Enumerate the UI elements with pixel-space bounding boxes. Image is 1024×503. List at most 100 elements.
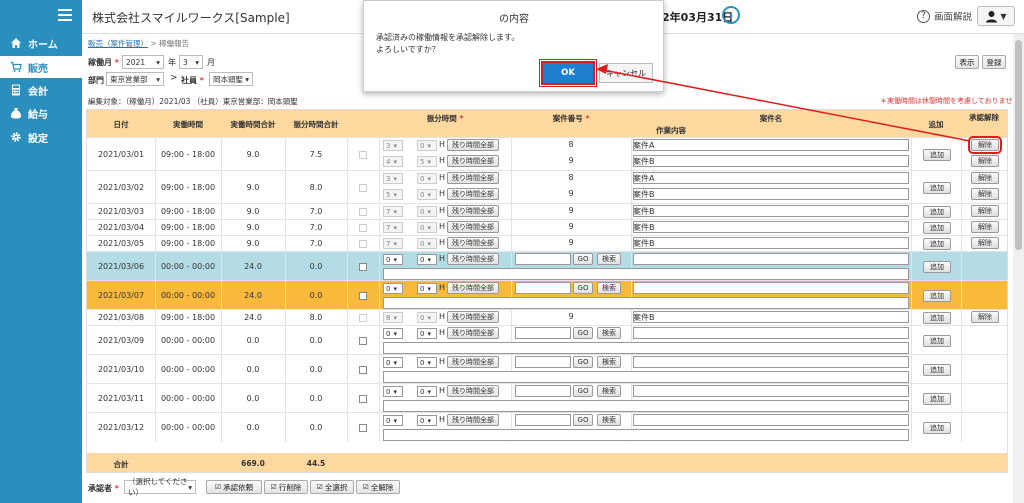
remaining-time-button[interactable]: 残り時間全部	[447, 237, 499, 249]
sidebar-item-accounting[interactable]: 会計	[0, 79, 82, 101]
case-number-input[interactable]	[515, 253, 571, 265]
display-button[interactable]: 表示	[955, 55, 979, 69]
remaining-time-button[interactable]: 残り時間全部	[447, 139, 499, 151]
search-button[interactable]: 検索	[597, 385, 621, 397]
hours-select[interactable]: 0 ▾	[383, 357, 403, 368]
minutes-select[interactable]: 0 ▾	[417, 386, 437, 397]
work-content-input[interactable]	[383, 268, 909, 280]
ok-button[interactable]: OK	[539, 59, 597, 87]
register-button[interactable]: 登録	[982, 55, 1006, 69]
row-checkbox[interactable]	[359, 366, 367, 374]
add-row-button[interactable]: 追加	[923, 238, 951, 250]
hours-select[interactable]: 0 ▾	[383, 328, 403, 339]
case-name-input[interactable]	[633, 253, 909, 265]
case-number-input[interactable]	[515, 282, 571, 294]
release-approval-button[interactable]: 解除	[971, 205, 999, 217]
case-number-input[interactable]	[515, 356, 571, 368]
add-row-button[interactable]: 追加	[923, 222, 951, 234]
case-name-input[interactable]	[633, 385, 909, 397]
work-content-input[interactable]	[383, 429, 909, 441]
hours-select[interactable]: 0 ▾	[383, 254, 403, 265]
go-button[interactable]: GO	[573, 253, 593, 265]
approval-request-button[interactable]: ☑ 承認依頼	[206, 480, 262, 494]
case-name-input[interactable]	[633, 282, 909, 294]
release-approval-button[interactable]: 解除	[968, 136, 1002, 154]
work-content-input[interactable]	[383, 371, 909, 383]
search-button[interactable]: 検索	[597, 253, 621, 265]
dept-select[interactable]: 東京営業部 ▾	[106, 72, 164, 86]
work-content-input[interactable]	[383, 400, 909, 412]
breadcrumb-link-sales[interactable]: 販売（案件管理）	[88, 39, 148, 48]
deselect-all-button[interactable]: ☑ 全解除	[356, 480, 400, 494]
go-button[interactable]: GO	[573, 327, 593, 339]
search-button[interactable]: 検索	[597, 282, 621, 294]
release-approval-button[interactable]: 解除	[971, 188, 999, 200]
add-row-button[interactable]: 追加	[923, 261, 951, 273]
remaining-time-button[interactable]: 残り時間全部	[447, 356, 499, 368]
release-approval-button[interactable]: 解除	[971, 155, 999, 167]
remaining-time-button[interactable]: 残り時間全部	[447, 221, 499, 233]
hours-select[interactable]: 0 ▾	[383, 415, 403, 426]
remaining-time-button[interactable]: 残り時間全部	[447, 282, 499, 294]
minutes-select[interactable]: 0 ▾	[417, 283, 437, 294]
release-approval-button[interactable]: 解除	[971, 237, 999, 249]
work-content-input[interactable]	[383, 342, 909, 354]
add-row-button[interactable]: 追加	[923, 290, 951, 302]
go-button[interactable]: GO	[573, 356, 593, 368]
sidebar-item-payroll[interactable]: 給与	[0, 102, 82, 124]
add-row-button[interactable]: 追加	[923, 206, 951, 218]
minutes-select[interactable]: 0 ▾	[417, 254, 437, 265]
employee-select[interactable]: 岡本頭聖 ▾	[209, 72, 253, 86]
release-approval-button[interactable]: 解除	[971, 172, 999, 184]
add-row-button[interactable]: 追加	[923, 422, 951, 434]
user-menu-button[interactable]: ▼	[977, 6, 1015, 26]
remaining-time-button[interactable]: 残り時間全部	[447, 327, 499, 339]
year-select[interactable]: 2021 ▾	[122, 55, 164, 69]
remaining-time-button[interactable]: 残り時間全部	[447, 311, 499, 323]
release-approval-button[interactable]: 解除	[971, 311, 999, 323]
remaining-time-button[interactable]: 残り時間全部	[447, 253, 499, 265]
sidebar-item-home[interactable]: ホーム	[0, 32, 82, 54]
next-date-icon[interactable]: ›	[722, 6, 740, 24]
add-row-button[interactable]: 追加	[923, 312, 951, 324]
add-row-button[interactable]: 追加	[923, 335, 951, 347]
case-name-input[interactable]	[633, 414, 909, 426]
case-name-input[interactable]	[633, 356, 909, 368]
delete-row-button[interactable]: ☑ 行削除	[264, 480, 308, 494]
scrollbar-thumb[interactable]	[1015, 40, 1022, 250]
select-all-button[interactable]: ☑ 全選択	[310, 480, 354, 494]
minutes-select[interactable]: 0 ▾	[417, 415, 437, 426]
minutes-select[interactable]: 0 ▾	[417, 328, 437, 339]
remaining-time-button[interactable]: 残り時間全部	[447, 205, 499, 217]
case-number-input[interactable]	[515, 414, 571, 426]
sidebar-item-settings[interactable]: 設定	[0, 126, 82, 148]
hours-select[interactable]: 0 ▾	[383, 283, 403, 294]
case-number-input[interactable]	[515, 385, 571, 397]
remaining-time-button[interactable]: 残り時間全部	[447, 414, 499, 426]
approver-select[interactable]: （選択してください） ▾	[124, 477, 196, 497]
add-row-button[interactable]: 追加	[923, 364, 951, 376]
work-content-input[interactable]	[383, 297, 909, 309]
go-button[interactable]: GO	[573, 414, 593, 426]
page-scrollbar[interactable]	[1013, 34, 1024, 503]
hamburger-menu-icon[interactable]	[58, 9, 72, 21]
case-number-input[interactable]	[515, 327, 571, 339]
sidebar-item-sales[interactable]: 販売	[0, 56, 82, 78]
row-checkbox[interactable]	[359, 263, 367, 271]
go-button[interactable]: GO	[573, 282, 593, 294]
remaining-time-button[interactable]: 残り時間全部	[447, 172, 499, 184]
go-button[interactable]: GO	[573, 385, 593, 397]
add-row-button[interactable]: 追加	[923, 149, 951, 161]
row-checkbox[interactable]	[359, 395, 367, 403]
help-button[interactable]: ? 画面解説	[917, 9, 972, 23]
minutes-select[interactable]: 0 ▾	[417, 357, 437, 368]
add-row-button[interactable]: 追加	[923, 393, 951, 405]
remaining-time-button[interactable]: 残り時間全部	[447, 188, 499, 200]
hours-select[interactable]: 0 ▾	[383, 386, 403, 397]
row-checkbox[interactable]	[359, 337, 367, 345]
search-button[interactable]: 検索	[597, 414, 621, 426]
row-checkbox[interactable]	[359, 292, 367, 300]
month-select[interactable]: 3 ▾	[179, 55, 203, 69]
release-approval-button[interactable]: 解除	[971, 221, 999, 233]
cancel-button[interactable]: キャンセル	[599, 63, 653, 83]
